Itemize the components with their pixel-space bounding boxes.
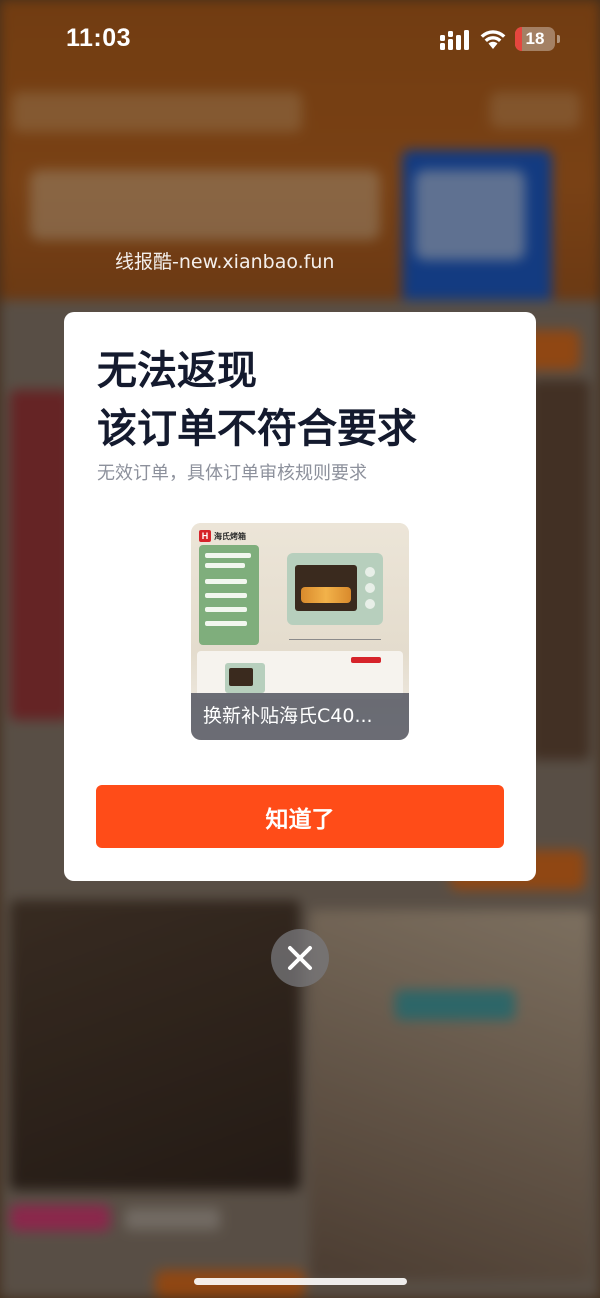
battery-icon: 18 — [515, 27, 561, 51]
dialog-title-line2: 该订单不符合要求 — [97, 406, 417, 452]
status-bar: 11:03 18 — [0, 0, 600, 80]
close-dialog-button[interactable] — [271, 929, 329, 987]
status-time: 11:03 — [66, 24, 132, 52]
battery-percentage: 18 — [525, 29, 545, 48]
cashback-failed-dialog: 无法返现 该订单不符合要求 无效订单，具体订单审核规则要求 H 海氏烤箱 换新补… — [64, 312, 536, 881]
dialog-title-line1: 无法返现 — [97, 348, 257, 394]
dialog-title: 无法返现 该订单不符合要求 — [97, 342, 517, 458]
dialog-subtitle: 无效订单，具体订单审核规则要求 — [97, 463, 367, 484]
close-icon — [288, 946, 312, 970]
product-card: H 海氏烤箱 换新补贴海氏C40... — [191, 523, 409, 740]
watermark: 线报酷-new.xianbao.fun — [115, 251, 335, 273]
wifi-icon — [480, 30, 506, 49]
product-title: 换新补贴海氏C40... — [203, 705, 373, 727]
cellular-signal-icon — [440, 30, 469, 50]
got-it-button[interactable]: 知道了 — [96, 785, 504, 848]
oven-illustration — [287, 553, 383, 625]
home-indicator[interactable] — [194, 1278, 407, 1285]
screen: 11:03 18 线报酷-new.xianbao.fun 无法返现 该订单不符合… — [0, 0, 600, 1298]
product-brand-logo: H 海氏烤箱 — [199, 529, 246, 543]
